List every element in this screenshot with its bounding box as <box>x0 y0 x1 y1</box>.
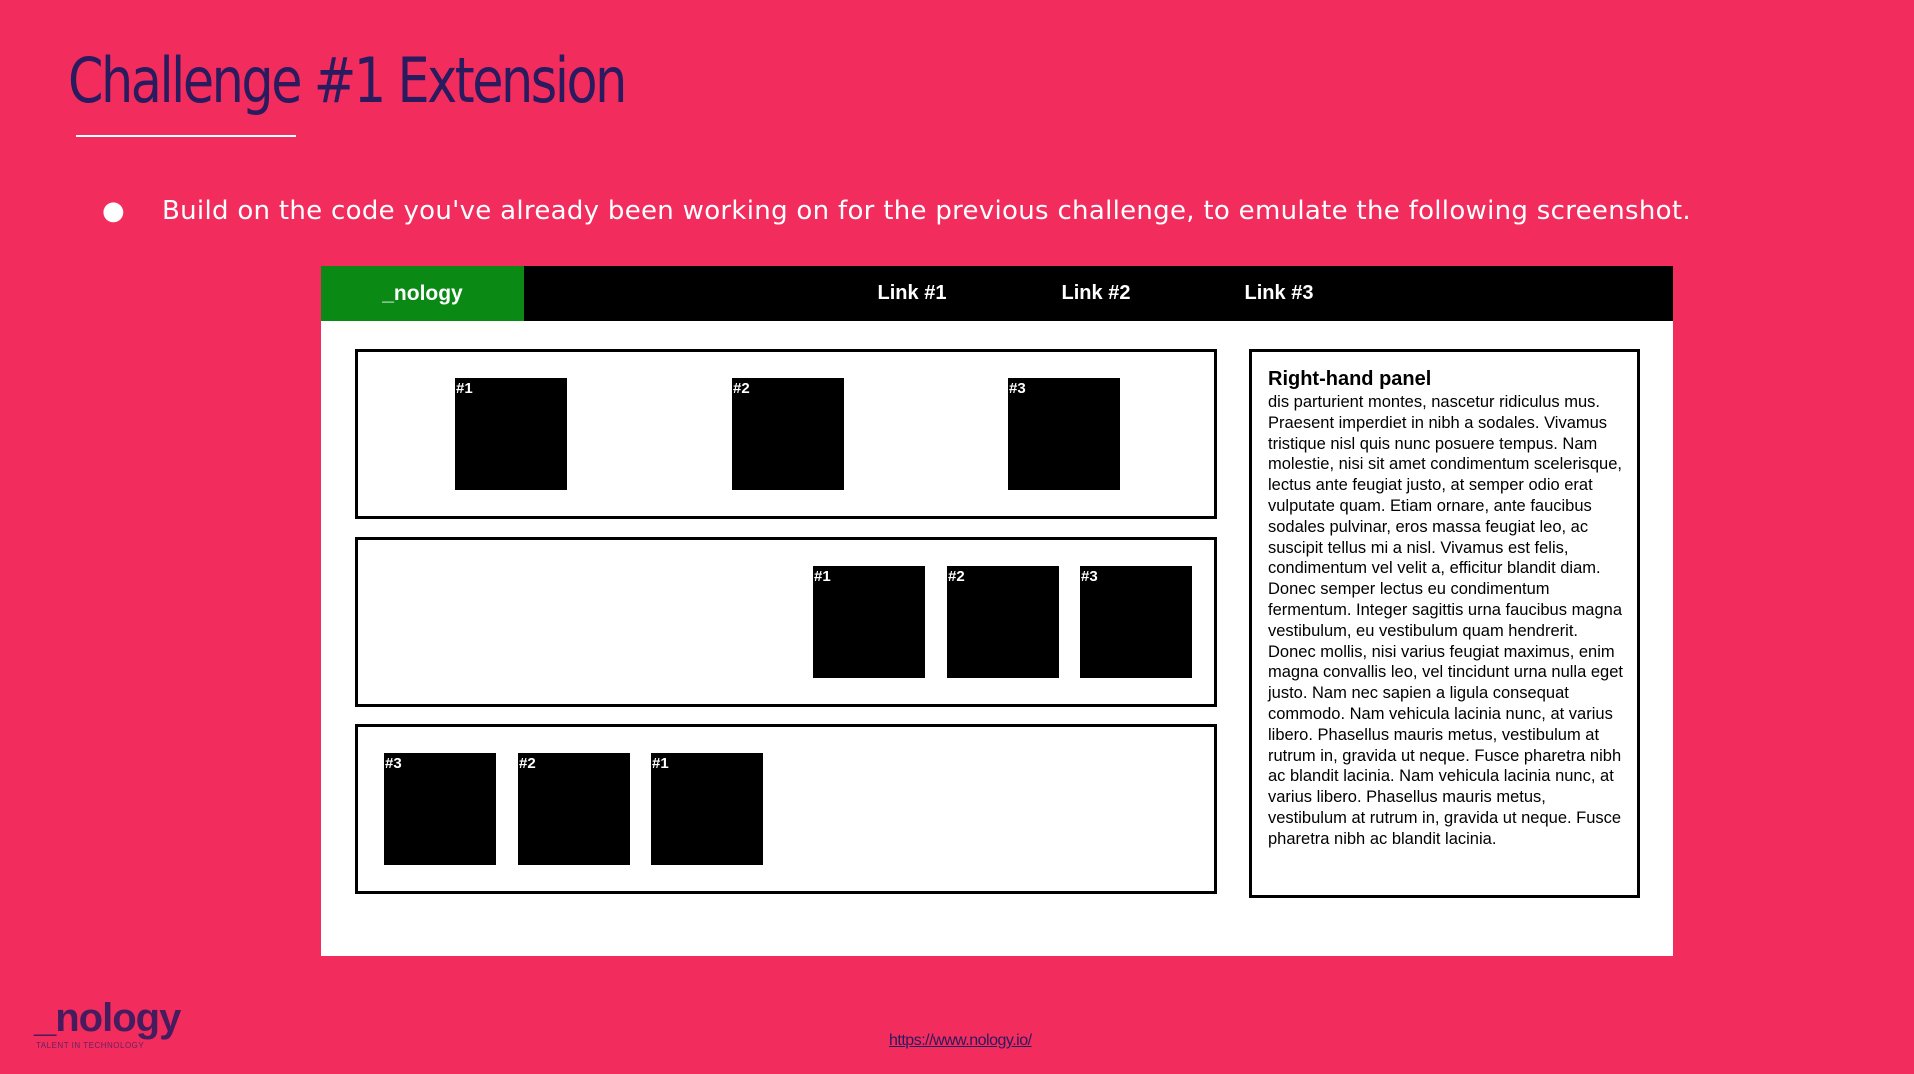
footer-url-link[interactable]: https://www.nology.io/ <box>889 1032 1032 1050</box>
mock-square: #2 <box>947 566 1059 678</box>
nology-logo: _nology <box>34 996 181 1040</box>
bullet-item: ● Build on the code you've already been w… <box>102 196 1691 226</box>
mock-right-panel: Right-hand panel dis parturient montes, … <box>1249 349 1640 898</box>
mock-square: #2 <box>518 753 630 865</box>
mock-nav-link-3[interactable]: Link #3 <box>1219 266 1339 321</box>
slide-title: Challenge #1 Extension <box>68 44 627 117</box>
panel-title: Right-hand panel <box>1268 368 1432 390</box>
mock-row-2: #1 #2 #3 <box>355 537 1217 707</box>
example-screenshot: _nology Link #1 Link #2 Link #3 #1 #2 #3… <box>321 266 1673 956</box>
title-underline <box>76 135 296 137</box>
bullet-text: Build on the code you've already been wo… <box>162 196 1691 226</box>
mock-row-1: #1 #2 #3 <box>355 349 1217 519</box>
mock-square: #1 <box>813 566 925 678</box>
mock-nav-link-1[interactable]: Link #1 <box>852 266 972 321</box>
mock-navbar: _nology Link #1 Link #2 Link #3 <box>321 266 1673 321</box>
mock-square: #3 <box>1008 378 1120 490</box>
mock-square: #3 <box>1080 566 1192 678</box>
mock-nav-link-2[interactable]: Link #2 <box>1036 266 1156 321</box>
mock-brand[interactable]: _nology <box>321 266 524 321</box>
mock-square: #1 <box>455 378 567 490</box>
mock-square: #2 <box>732 378 844 490</box>
panel-body: dis parturient montes, nascetur ridiculu… <box>1268 393 1623 848</box>
bullet-dot-icon: ● <box>102 196 125 226</box>
mock-square: #3 <box>384 753 496 865</box>
mock-square: #1 <box>651 753 763 865</box>
logo-tagline: TALENT IN TECHNOLOGY <box>36 1041 145 1050</box>
mock-row-3: #3 #2 #1 <box>355 724 1217 894</box>
